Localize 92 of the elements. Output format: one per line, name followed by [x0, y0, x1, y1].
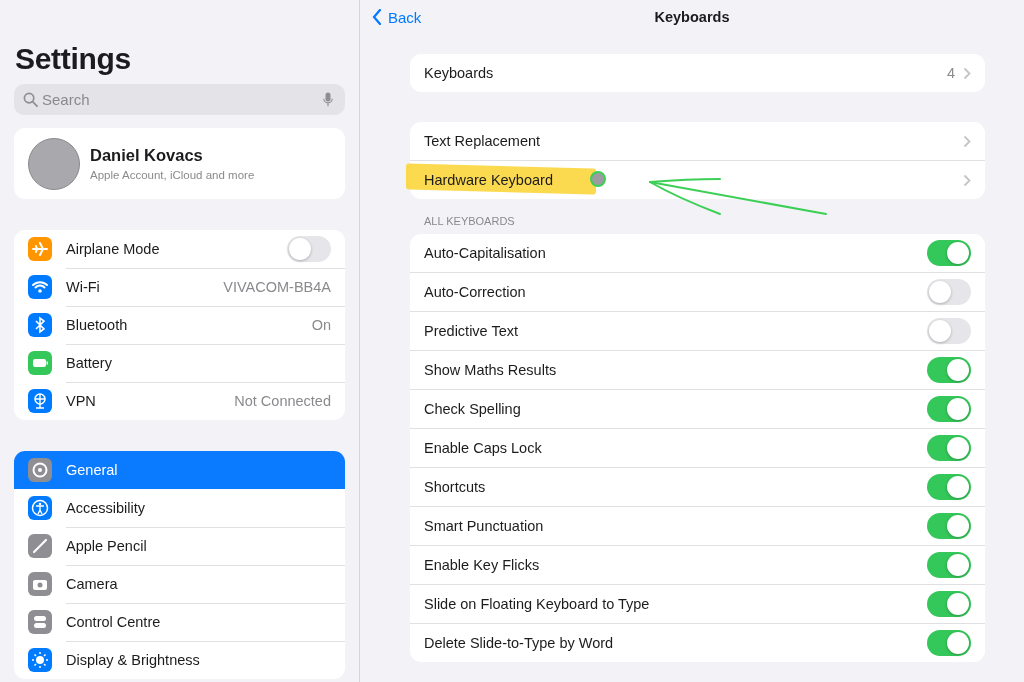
toggle-switch[interactable] — [927, 630, 971, 656]
section-header: ALL KEYBOARDS — [424, 215, 516, 227]
search-field[interactable]: Search — [14, 84, 345, 115]
battery-icon — [28, 351, 52, 375]
chevron-icon — [963, 134, 971, 148]
sidebar-item-label: Camera — [66, 575, 118, 592]
sidebar-item-label: Apple Pencil — [66, 537, 147, 554]
row-label: Keyboards — [424, 65, 494, 81]
sidebar-item[interactable]: Camera — [14, 565, 345, 603]
accessibility-icon — [28, 496, 52, 520]
settings-row[interactable]: Text Replacement — [410, 122, 985, 161]
sidebar-item[interactable]: Bluetooth On — [14, 306, 345, 344]
settings-row[interactable]: Auto-Capitalisation — [410, 234, 985, 273]
profile-subtitle: Apple Account, iCloud and more — [90, 169, 255, 181]
pencil-icon — [28, 534, 52, 558]
row-label: Text Replacement — [424, 133, 541, 149]
row-label: Slide on Floating Keyboard to Type — [424, 596, 650, 612]
sidebar-item-label: Wi-Fi — [66, 278, 100, 295]
sidebar-item[interactable]: Airplane Mode — [14, 230, 345, 268]
settings-row[interactable]: Predictive Text — [410, 312, 985, 351]
camera-icon — [28, 572, 52, 596]
settings-title: Settings — [15, 42, 132, 76]
toggle-switch[interactable] — [927, 591, 971, 617]
bluetooth-icon — [28, 313, 52, 337]
sidebar-item[interactable]: Control Centre — [14, 603, 345, 641]
sidebar-item-label: Control Centre — [66, 613, 161, 630]
globe-icon — [28, 389, 52, 413]
touch-dot-icon — [590, 171, 606, 187]
settings-row[interactable]: Delete Slide-to-Type by Word — [410, 624, 985, 662]
toggle-switch[interactable] — [927, 279, 971, 305]
sidebar-item-value: Not Connected — [234, 393, 331, 409]
sidebar-item[interactable]: VPN Not Connected — [14, 382, 345, 420]
sidebar-item[interactable]: Apple Pencil — [14, 527, 345, 565]
row-label: Show Maths Results — [424, 362, 557, 378]
sidebar-item-label: VPN — [66, 393, 96, 409]
sidebar-item-label: Accessibility — [66, 499, 145, 516]
toggle-switch[interactable] — [927, 513, 971, 539]
profile-card[interactable]: Daniel Kovacs Apple Account, iCloud and more — [14, 128, 345, 199]
settings-row[interactable]: Hardware Keyboard — [410, 161, 985, 199]
settings-row[interactable]: Slide on Floating Keyboard to Type — [410, 585, 985, 624]
airplane-icon — [28, 237, 52, 261]
row-label: Check Spelling — [424, 401, 521, 417]
row-label: Predictive Text — [424, 323, 519, 339]
wifi-icon — [28, 275, 52, 299]
settings-row[interactable]: Check Spelling — [410, 390, 985, 429]
sidebar-item[interactable]: Accessibility — [14, 489, 345, 527]
row-label: Hardware Keyboard — [424, 172, 553, 188]
toggle-switch[interactable] — [927, 435, 971, 461]
sidebar-item-label: Display & Brightness — [66, 652, 200, 668]
row-label: Shortcuts — [424, 479, 486, 495]
sidebar-item[interactable]: Display & Brightness — [14, 641, 345, 679]
toggle-switch[interactable] — [927, 318, 971, 344]
row-label: Auto-Capitalisation — [424, 245, 546, 261]
switches-icon — [28, 610, 52, 634]
sun-icon — [28, 648, 52, 672]
row-label: Enable Caps Lock — [424, 440, 542, 456]
profile-name: Daniel Kovacs — [90, 146, 204, 165]
settings-row[interactable]: Auto-Correction — [410, 273, 985, 312]
back-button[interactable]: Back — [372, 8, 422, 26]
row-label: Smart Punctuation — [424, 518, 544, 534]
sidebar-item-value: VIVACOM-BB4A — [223, 278, 331, 295]
chevron-icon — [963, 66, 971, 80]
chevron-icon — [963, 173, 971, 187]
settings-row[interactable]: Enable Key Flicks — [410, 546, 985, 585]
settings-row[interactable]: Show Maths Results — [410, 351, 985, 390]
settings-row[interactable]: Keyboards 4 — [410, 54, 985, 92]
toggle-switch[interactable] — [287, 235, 331, 262]
row-label: Enable Key Flicks — [424, 557, 540, 573]
search-icon — [23, 92, 38, 107]
row-label: Delete Slide-to-Type by Word — [424, 635, 614, 651]
settings-row[interactable]: Smart Punctuation — [410, 507, 985, 546]
sidebar-item[interactable]: Wi-Fi VIVACOM-BB4A — [14, 268, 345, 306]
settings-row[interactable]: Enable Caps Lock — [410, 429, 985, 468]
page-title: Keyboards — [654, 9, 730, 25]
row-value: 4 — [946, 65, 955, 81]
settings-row[interactable]: Shortcuts — [410, 468, 985, 507]
sidebar-item-label: General — [66, 462, 118, 478]
sidebar-item-label: Bluetooth — [66, 316, 128, 333]
sidebar-item[interactable]: Battery — [14, 344, 345, 382]
avatar — [28, 137, 80, 190]
row-label: Auto-Correction — [424, 284, 526, 300]
sidebar-item[interactable]: General — [14, 451, 345, 489]
chevron-left-icon — [372, 9, 382, 25]
toggle-switch[interactable] — [927, 396, 971, 422]
sidebar-item-value: On — [311, 316, 331, 333]
toggle-switch[interactable] — [927, 240, 971, 266]
toggle-switch[interactable] — [927, 357, 971, 383]
toggle-switch[interactable] — [927, 552, 971, 578]
sidebar-item-label: Airplane Mode — [66, 240, 160, 257]
microphone-icon[interactable] — [323, 92, 333, 107]
sidebar-item-label: Battery — [66, 354, 112, 371]
toggle-switch[interactable] — [927, 474, 971, 500]
